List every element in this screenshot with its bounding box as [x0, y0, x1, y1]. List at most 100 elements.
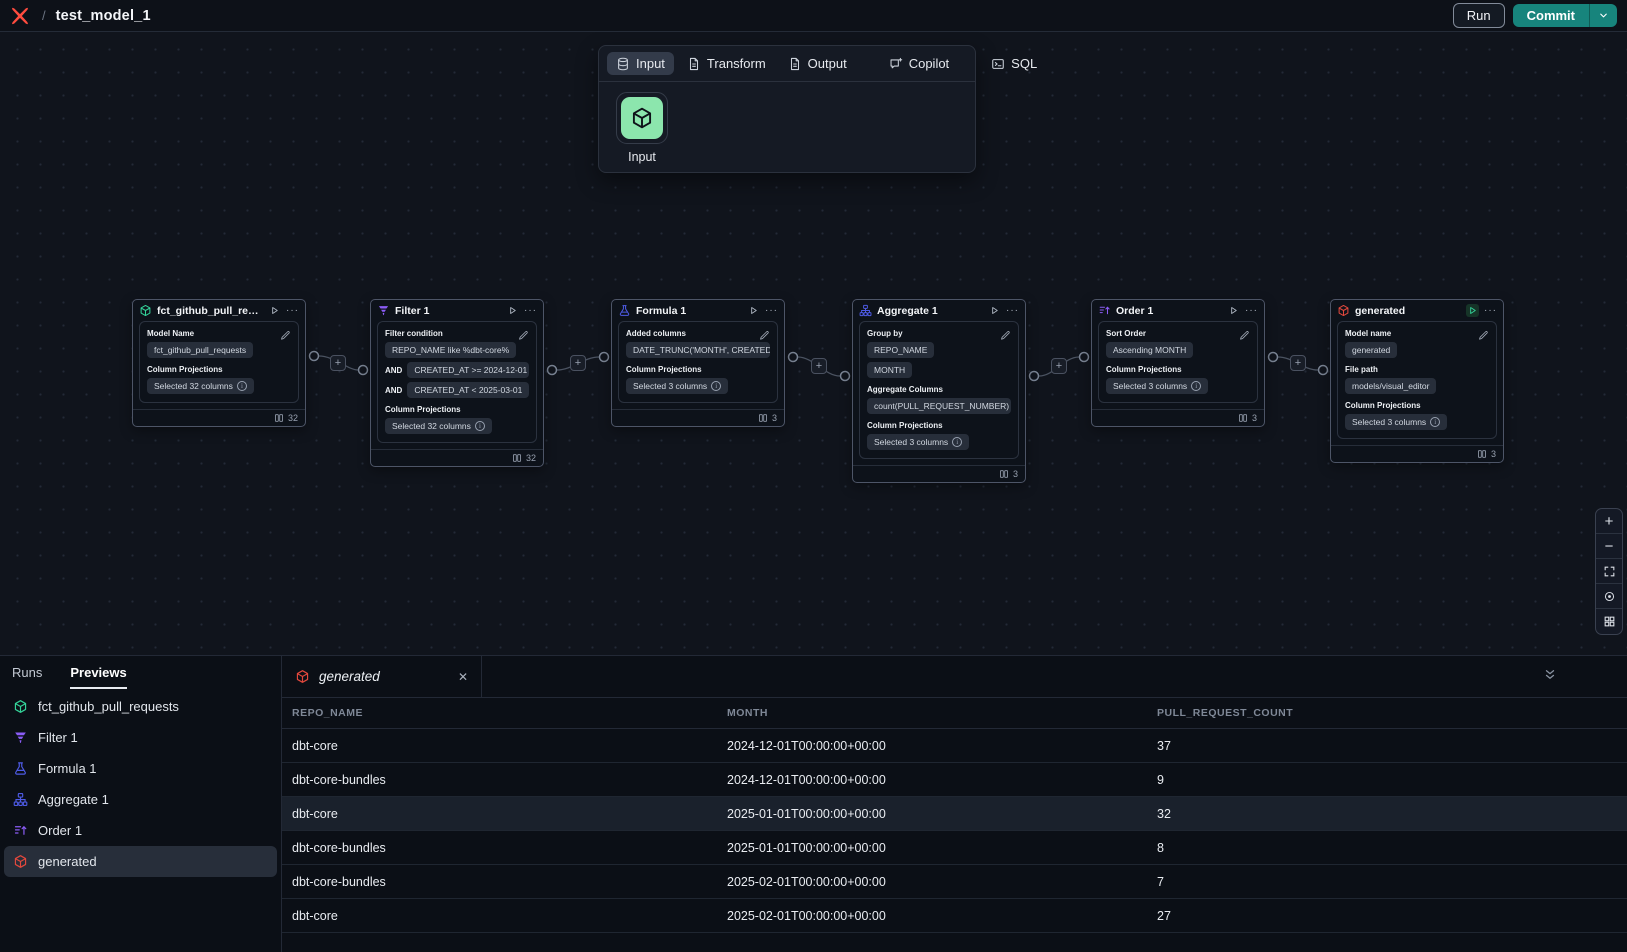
more-options-button[interactable]: ···	[1484, 306, 1497, 316]
more-options-button[interactable]: ···	[286, 306, 299, 316]
node-formula-1[interactable]: Formula 1 ··· Added columns DATE_TRUNC('…	[611, 299, 785, 427]
list-item-fct-github-pull-requests[interactable]: fct_github_pull_requests	[4, 691, 277, 722]
tab-previews[interactable]: Previews	[70, 656, 126, 689]
node-filter-1[interactable]: Filter 1 ··· Filter condition REPO_NAME …	[370, 299, 544, 467]
info-icon	[475, 421, 485, 431]
column-header: REPO_NAME	[282, 707, 717, 719]
cell-count: 32	[1147, 807, 1627, 821]
filter-icon	[13, 730, 28, 745]
add-node-button[interactable]: +	[1051, 358, 1067, 374]
node-generated[interactable]: generated ··· Model name generated File …	[1330, 299, 1504, 463]
commit-split-button: Commit	[1513, 4, 1617, 27]
cell-count: 8	[1147, 841, 1627, 855]
list-item-label: generated	[38, 854, 97, 869]
locate-button[interactable]	[1596, 584, 1622, 609]
table-row[interactable]: dbt-core-bundles 2025-02-01T00:00:00+00:…	[282, 865, 1627, 899]
tab-copilot[interactable]: Copilot	[880, 52, 958, 75]
columns-icon	[274, 413, 284, 423]
tab-transform[interactable]: Transform	[678, 52, 775, 75]
preview-tab-generated[interactable]: generated ✕	[282, 656, 482, 697]
field-label: Column Projections	[1106, 365, 1250, 374]
sitemap-icon	[859, 304, 872, 317]
group-by-chip: REPO_NAME	[867, 342, 934, 358]
dbt-logo-icon[interactable]	[10, 5, 32, 27]
list-item-label: Formula 1	[38, 761, 97, 776]
columns-icon	[758, 413, 768, 423]
table-row[interactable]: dbt-core-bundles 2024-12-01T00:00:00+00:…	[282, 763, 1627, 797]
info-icon	[1430, 417, 1440, 427]
columns-icon	[1477, 449, 1487, 459]
tab-output[interactable]: Output	[779, 52, 856, 75]
edit-icon[interactable]	[518, 328, 529, 346]
table-row[interactable]: dbt-core 2025-02-01T00:00:00+00:00 27	[282, 899, 1627, 933]
list-item-filter-1[interactable]: Filter 1	[4, 722, 277, 753]
more-options-button[interactable]: ···	[1245, 306, 1258, 316]
input-node-tile[interactable]: Input	[613, 92, 671, 164]
add-node-button[interactable]: +	[1290, 355, 1306, 371]
list-item-aggregate-1[interactable]: Aggregate 1	[4, 784, 277, 815]
play-button[interactable]	[1227, 304, 1240, 317]
add-node-button[interactable]: +	[811, 358, 827, 374]
add-node-button[interactable]: +	[330, 355, 346, 371]
edit-icon[interactable]	[1239, 328, 1250, 346]
node-aggregate-1[interactable]: Aggregate 1 ··· Group by REPO_NAME MONTH…	[852, 299, 1026, 483]
pipeline-canvas[interactable]: Input Transform Output Copilot SQL	[0, 32, 1627, 655]
info-icon	[237, 381, 247, 391]
add-node-button[interactable]: +	[570, 355, 586, 371]
aggregate-chip: count(PULL_REQUEST_NUMBER) as …	[867, 398, 1011, 414]
column-count: 3	[1491, 449, 1496, 459]
page-title: test_model_1	[56, 8, 151, 24]
play-button[interactable]	[988, 304, 1001, 317]
play-button[interactable]	[1466, 304, 1479, 317]
tab-input[interactable]: Input	[607, 52, 674, 75]
filter-icon	[377, 304, 390, 317]
commit-dropdown-button[interactable]	[1589, 4, 1617, 27]
table-row[interactable]: dbt-core 2025-01-01T00:00:00+00:00 32	[282, 797, 1627, 831]
more-options-button[interactable]: ···	[1006, 306, 1019, 316]
node-order-1[interactable]: Order 1 ··· Sort Order Ascending MONTH C…	[1091, 299, 1265, 427]
more-options-button[interactable]: ···	[765, 306, 778, 316]
commit-button[interactable]: Commit	[1513, 4, 1589, 27]
cell-repo-name: dbt-core	[282, 909, 717, 923]
zoom-in-button[interactable]: +	[1596, 509, 1622, 534]
close-icon[interactable]: ✕	[458, 670, 468, 684]
play-button[interactable]	[268, 304, 281, 317]
edit-icon[interactable]	[1000, 328, 1011, 346]
top-bar: / test_model_1 Run Commit	[0, 0, 1627, 32]
condition-chip: REPO_NAME like %dbt-core%	[385, 342, 516, 358]
collapse-panel-button[interactable]	[1543, 667, 1557, 686]
more-options-button[interactable]: ···	[524, 306, 537, 316]
node-fct-github-pull-requests[interactable]: fct_github_pull_requests ··· Model Name …	[132, 299, 306, 427]
tab-runs[interactable]: Runs	[12, 656, 42, 689]
model-name-chip: fct_github_pull_requests	[147, 342, 253, 358]
fit-view-button[interactable]	[1596, 559, 1622, 584]
edit-icon[interactable]	[759, 328, 770, 346]
play-button[interactable]	[747, 304, 760, 317]
table-row[interactable]: dbt-core 2024-12-01T00:00:00+00:00 37	[282, 729, 1627, 763]
play-button[interactable]	[506, 304, 519, 317]
tab-sql[interactable]: SQL	[982, 52, 1046, 75]
table-row[interactable]: dbt-core-bundles 2025-01-01T00:00:00+00:…	[282, 831, 1627, 865]
projections-chip: Selected 32 columns	[147, 378, 254, 394]
field-label: Added columns	[626, 329, 770, 338]
node-header: Order 1 ···	[1092, 300, 1264, 321]
cube-icon	[621, 97, 663, 139]
field-label: File path	[1345, 365, 1489, 374]
field-label: Aggregate Columns	[867, 385, 1011, 394]
node-header: Formula 1 ···	[612, 300, 784, 321]
formula-chip: DATE_TRUNC('MONTH', CREATED_AT…	[626, 342, 770, 358]
list-item-order-1[interactable]: Order 1	[4, 815, 277, 846]
copilot-icon	[889, 57, 903, 71]
list-item-formula-1[interactable]: Formula 1	[4, 753, 277, 784]
layout-grid-button[interactable]	[1596, 609, 1622, 634]
edit-icon[interactable]	[1478, 328, 1489, 346]
zoom-out-button[interactable]: −	[1596, 534, 1622, 559]
document-icon	[788, 57, 802, 71]
cube-icon	[13, 854, 28, 869]
node-palette: Input Transform Output Copilot SQL	[598, 45, 976, 173]
column-count: 32	[526, 453, 536, 463]
cell-count: 7	[1147, 875, 1627, 889]
run-button[interactable]: Run	[1453, 3, 1505, 28]
edit-icon[interactable]	[280, 328, 291, 346]
list-item-generated[interactable]: generated	[4, 846, 277, 877]
